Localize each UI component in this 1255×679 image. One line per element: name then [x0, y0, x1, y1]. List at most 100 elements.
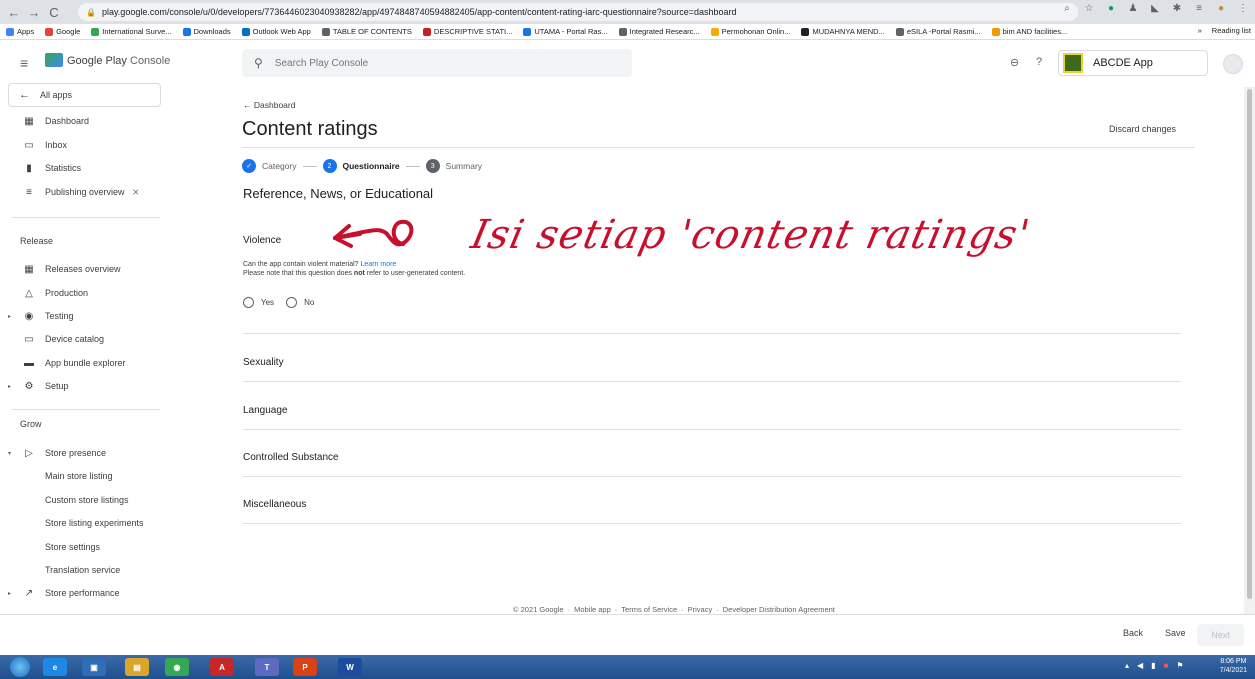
sidebar-item[interactable]: ▦ Dashboard	[0, 110, 172, 132]
sidebar-item[interactable]: ▸ ⚙ Setup	[0, 375, 172, 397]
bookmark-item[interactable]: bim AND facilities...	[991, 27, 1067, 36]
network-icon[interactable]: ▮	[1151, 661, 1155, 670]
scrollbar[interactable]	[1244, 87, 1255, 614]
step-questionnaire[interactable]: 2 Questionnaire	[322, 159, 400, 173]
queue-icon[interactable]: ≡	[1193, 3, 1205, 15]
app-selector[interactable]: ABCDE App	[1058, 50, 1208, 76]
taskbar-app-icon[interactable]: e	[43, 658, 67, 676]
bookmark-item[interactable]: MUDAHNYA MEND...	[801, 27, 885, 36]
footer-link[interactable]: Mobile app	[574, 605, 611, 614]
bookmark-item[interactable]: Google	[45, 27, 80, 36]
sidebar-item[interactable]: Store listing experiments	[0, 512, 172, 534]
taskbar-app-icon[interactable]: W	[338, 658, 362, 676]
expand-caret-icon[interactable]: ▸	[8, 313, 11, 320]
menu-icon[interactable]: ⋮	[1237, 3, 1249, 15]
expand-caret-icon[interactable]: ▾	[8, 450, 11, 457]
antivirus-icon[interactable]: ■	[1164, 661, 1169, 670]
radio-button[interactable]	[286, 297, 298, 308]
sidebar-item-label: Device catalog	[45, 334, 105, 344]
help-icon[interactable]: ?	[1036, 56, 1042, 68]
bookmark-item[interactable]: Apps	[6, 27, 34, 36]
next-button[interactable]: Next	[1197, 624, 1244, 646]
save-button[interactable]: Save	[1165, 628, 1186, 638]
accordion-miscellaneous[interactable]: Miscellaneous	[243, 499, 306, 510]
footer-link[interactable]: Privacy	[688, 605, 713, 614]
reading-list-button[interactable]: Reading list	[1212, 26, 1251, 35]
forward-arrow-icon[interactable]: →	[24, 5, 44, 20]
bookmark-item[interactable]: TABLE OF CONTENTS	[321, 27, 412, 36]
sidebar-item[interactable]: Translation service	[0, 559, 172, 581]
sidebar-item[interactable]: ▮ Statistics	[0, 157, 172, 179]
taskbar-app-icon[interactable]: T	[255, 658, 279, 676]
step-label: Category	[262, 161, 297, 171]
taskbar-app-icon[interactable]: ◉	[165, 658, 189, 676]
radio-button[interactable]	[243, 297, 254, 308]
sidebar-item[interactable]: ≡ Publishing overview ⨯	[0, 181, 172, 203]
step-summary[interactable]: 3 Summary	[425, 159, 482, 173]
sidebar-item[interactable]: ▭ Device catalog	[0, 328, 172, 350]
back-arrow-icon[interactable]: ←	[4, 5, 24, 20]
sidebar-item-label: Testing	[45, 311, 74, 321]
radio-no[interactable]: No	[286, 297, 314, 308]
link-icon[interactable]: ⊖	[1010, 56, 1019, 69]
bookmark-item[interactable]: UTAMA - Portal Ras...	[523, 27, 608, 36]
sidebar-item[interactable]: △ Production	[0, 282, 172, 304]
footer-link[interactable]: Terms of Service	[621, 605, 677, 614]
bookmark-item[interactable]: Downloads	[182, 27, 231, 36]
all-apps-button[interactable]: ← All apps	[8, 83, 161, 107]
accordion-controlled-substance[interactable]: Controlled Substance	[243, 452, 339, 463]
sidebar-item[interactable]: ▾ ▷ Store presence	[0, 442, 172, 464]
sidebar-item[interactable]: ▭ Inbox	[0, 134, 172, 156]
profile-icon[interactable]: ●	[1215, 3, 1227, 15]
reload-icon[interactable]: C	[44, 5, 64, 20]
accordion-sexuality[interactable]: Sexuality	[243, 357, 284, 368]
learn-more-link[interactable]: Learn more	[361, 261, 397, 268]
avatar[interactable]	[1223, 54, 1243, 74]
bookmark-item[interactable]: DESCRIPTIVE STATI...	[422, 27, 512, 36]
sidebar-item[interactable]: ▦ Releases overview	[0, 258, 172, 280]
star-icon[interactable]: ☆	[1083, 3, 1095, 15]
menu-icon[interactable]: ≡	[20, 55, 28, 71]
extension-icon[interactable]: ●	[1105, 3, 1117, 15]
taskbar-app-icon[interactable]: ▣	[82, 658, 106, 676]
sidebar-item[interactable]: Main store listing	[0, 465, 172, 487]
chevron-up-icon[interactable]: ▴	[1125, 661, 1129, 670]
bookmark-item[interactable]: Permohonan Onlin...	[710, 27, 790, 36]
clock[interactable]: 8:06 PM 7/4/2021	[1220, 657, 1247, 675]
search-bar[interactable]: ⚲	[242, 49, 632, 77]
divider	[243, 381, 1181, 382]
footer-link[interactable]: Developer Distribution Agreement	[723, 605, 835, 614]
back-to-dashboard-link[interactable]: ← Dashboard	[243, 100, 295, 110]
taskbar-app-icon[interactable]: P	[293, 658, 317, 676]
back-button[interactable]: Back	[1123, 628, 1143, 638]
address-bar[interactable]: 🔒 play.google.com/console/u/0/developers…	[78, 3, 1078, 21]
more-bookmarks-button[interactable]: »	[1198, 26, 1202, 35]
speaker-icon[interactable]: ◀	[1137, 661, 1143, 670]
bookmark-item[interactable]: Integrated Researc...	[618, 27, 700, 36]
taskbar-app-icon[interactable]: A	[210, 658, 234, 676]
expand-caret-icon[interactable]: ▸	[8, 383, 11, 390]
bookmark-item[interactable]: eSILA -Portal Rasmi...	[895, 27, 981, 36]
extension-icon[interactable]: ◣	[1149, 3, 1161, 15]
sidebar-item[interactable]: ▸ ↗ Store performance	[0, 582, 172, 604]
flag-icon[interactable]: ⚑	[1176, 661, 1183, 670]
bookmark-item[interactable]: Outlook Web App	[241, 27, 311, 36]
sidebar-item[interactable]: Store settings	[0, 536, 172, 558]
radio-yes[interactable]: Yes	[243, 297, 274, 308]
step-category[interactable]: ✓ Category	[242, 159, 297, 173]
stepper: ✓ Category 2 Questionnaire 3 Summary	[242, 159, 482, 173]
sidebar-item[interactable]: ▸ ◉ Testing	[0, 305, 172, 327]
accordion-language[interactable]: Language	[243, 405, 288, 416]
expand-caret-icon[interactable]: ▸	[8, 590, 11, 597]
zoom-icon[interactable]: ⌕	[1061, 3, 1073, 15]
sidebar-item[interactable]: ▬ App bundle explorer	[0, 352, 172, 374]
puzzle-icon[interactable]: ✱	[1171, 3, 1183, 15]
extension-icon[interactable]: ♟	[1127, 3, 1139, 15]
scrollbar-thumb[interactable]	[1247, 89, 1252, 599]
taskbar-app-icon[interactable]: ▤	[125, 658, 149, 676]
search-input[interactable]	[274, 57, 575, 69]
sidebar-item[interactable]: Custom store listings	[0, 489, 172, 511]
bookmark-item[interactable]: International Surve...	[91, 27, 172, 36]
start-button[interactable]	[10, 657, 30, 677]
discard-changes-button[interactable]: Discard changes	[1109, 124, 1176, 134]
